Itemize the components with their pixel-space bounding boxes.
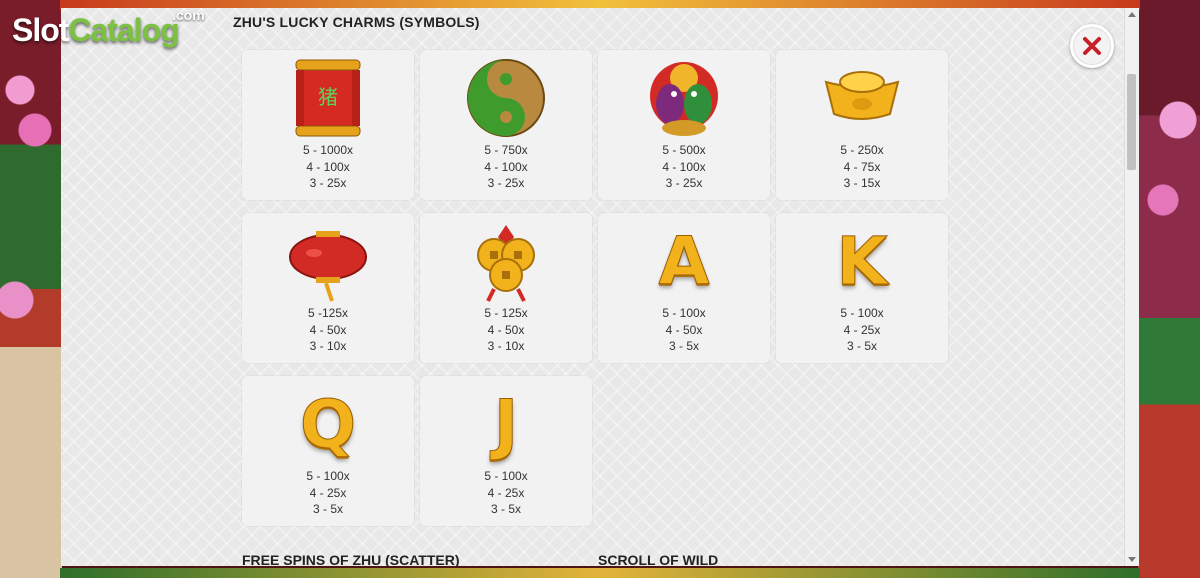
svg-text:猪: 猪 [318, 85, 338, 109]
lantern-icon [286, 219, 370, 303]
scroll-thumb[interactable] [1127, 74, 1136, 170]
symbol-card-lantern: 5 -125x 4 - 50x 3 - 10x [242, 213, 414, 363]
symbol-card-j: J 5 - 100x 4 - 25x 3 - 5x [420, 376, 592, 526]
payout-3: 3 - 5x [312, 502, 343, 516]
payout-5: 5 - 100x [306, 469, 350, 483]
scroll-down-arrow-icon[interactable] [1128, 557, 1136, 562]
close-icon [1083, 37, 1101, 55]
payout-5: 5 - 1000x [302, 143, 354, 157]
paytable-modal: ZHU'S LUCKY CHARMS (SYMBOLS) 猪 5 - 1000x… [61, 8, 1139, 566]
symbol-card-q: Q 5 - 100x 4 - 25x 3 - 5x [242, 376, 414, 526]
free-spins-heading: FREE SPINS OF ZHU (SCATTER) [242, 552, 460, 566]
modal-scrollbar[interactable] [1124, 8, 1139, 566]
coins-icon [464, 219, 548, 303]
payout-3: 3 - 5x [490, 502, 521, 516]
letter-a-icon: A [658, 222, 710, 300]
background-bottom-banner [60, 568, 1140, 578]
payout-3: 3 - 25x [309, 176, 347, 190]
payout-5: 5 - 125x [484, 306, 528, 320]
payout-3: 3 - 5x [846, 339, 877, 353]
payout-4: 4 - 25x [309, 485, 347, 500]
scroll-up-arrow-icon[interactable] [1128, 12, 1136, 17]
yin-yang-icon [464, 56, 548, 140]
payout-3: 3 - 10x [487, 339, 525, 353]
letter-k-icon: K [836, 222, 888, 300]
modal-title: ZHU'S LUCKY CHARMS (SYMBOLS) [233, 14, 480, 30]
payout-5: 5 - 250x [840, 143, 884, 157]
love-birds-icon [642, 56, 726, 140]
payout-4: 4 - 100x [662, 159, 706, 174]
payout-3: 3 - 10x [309, 339, 347, 353]
symbol-card-a: A 5 - 100x 4 - 50x 3 - 5x [598, 213, 770, 363]
symbol-card-birds: 5 - 500x 4 - 100x 3 - 25x [598, 50, 770, 200]
payout-5: 5 - 100x [662, 306, 706, 320]
symbol-card-coins: 5 - 125x 4 - 50x 3 - 10x [420, 213, 592, 363]
payout-3: 3 - 25x [665, 176, 703, 190]
scroll-wild-heading: SCROLL OF WILD [598, 552, 719, 566]
scroll-icon: 猪 [286, 56, 370, 140]
letter-q-icon: Q [299, 385, 357, 463]
payout-4: 4 - 100x [484, 159, 528, 174]
background-left-scenery [0, 0, 62, 578]
letter-j-icon: J [493, 385, 519, 463]
symbol-card-yin-yang: 5 - 750x 4 - 100x 3 - 25x [420, 50, 592, 200]
payout-4: 4 - 25x [843, 322, 881, 337]
payout-3: 3 - 5x [668, 339, 699, 353]
payout-4: 4 - 25x [487, 485, 525, 500]
payout-3: 3 - 25x [487, 176, 525, 190]
gold-ingot-icon [820, 56, 904, 140]
payout-4: 4 - 50x [309, 322, 347, 337]
symbol-card-k: K 5 - 100x 4 - 25x 3 - 5x [776, 213, 948, 363]
payout-5: 5 - 100x [840, 306, 884, 320]
symbol-card-gold-ingot: 5 - 250x 4 - 75x 3 - 15x [776, 50, 948, 200]
payout-5: 5 - 100x [484, 469, 528, 483]
payout-3: 3 - 15x [843, 176, 881, 190]
close-button[interactable] [1070, 24, 1114, 68]
payout-5: 5 - 750x [484, 143, 528, 157]
symbol-card-scroll: 猪 5 - 1000x 4 - 100x 3 - 25x [242, 50, 414, 200]
payout-4: 4 - 50x [665, 322, 703, 337]
payout-5: 5 - 500x [662, 143, 706, 157]
payout-5: 5 -125x [307, 306, 349, 320]
payout-4: 4 - 75x [843, 159, 881, 174]
slotcatalog-watermark-logo: SlotCatalog .com [12, 7, 205, 48]
payout-4: 4 - 100x [306, 159, 350, 174]
payout-4: 4 - 50x [487, 322, 525, 337]
background-right-scenery [1138, 0, 1200, 578]
